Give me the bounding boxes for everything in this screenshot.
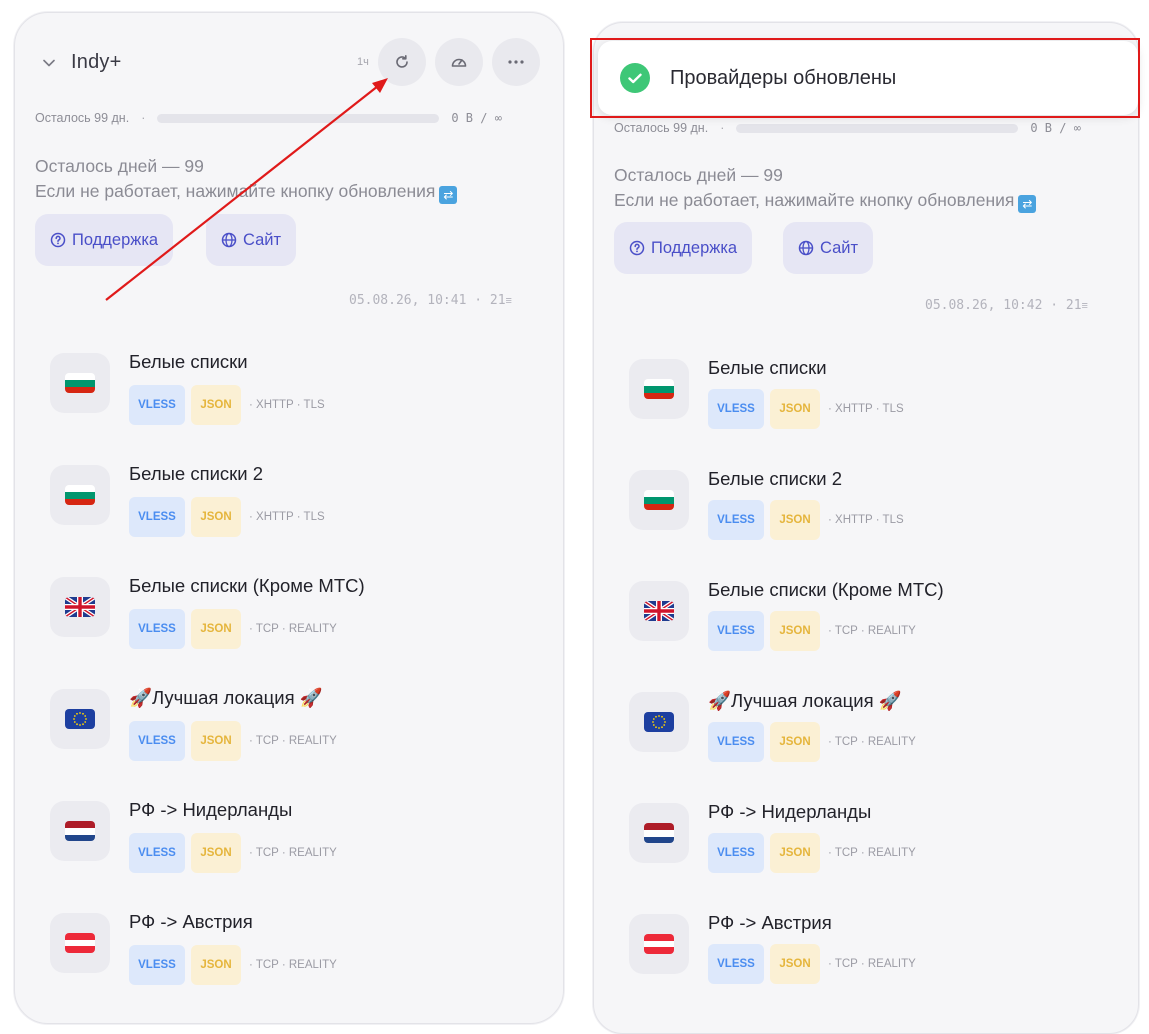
annotation-arrow bbox=[105, 78, 388, 301]
